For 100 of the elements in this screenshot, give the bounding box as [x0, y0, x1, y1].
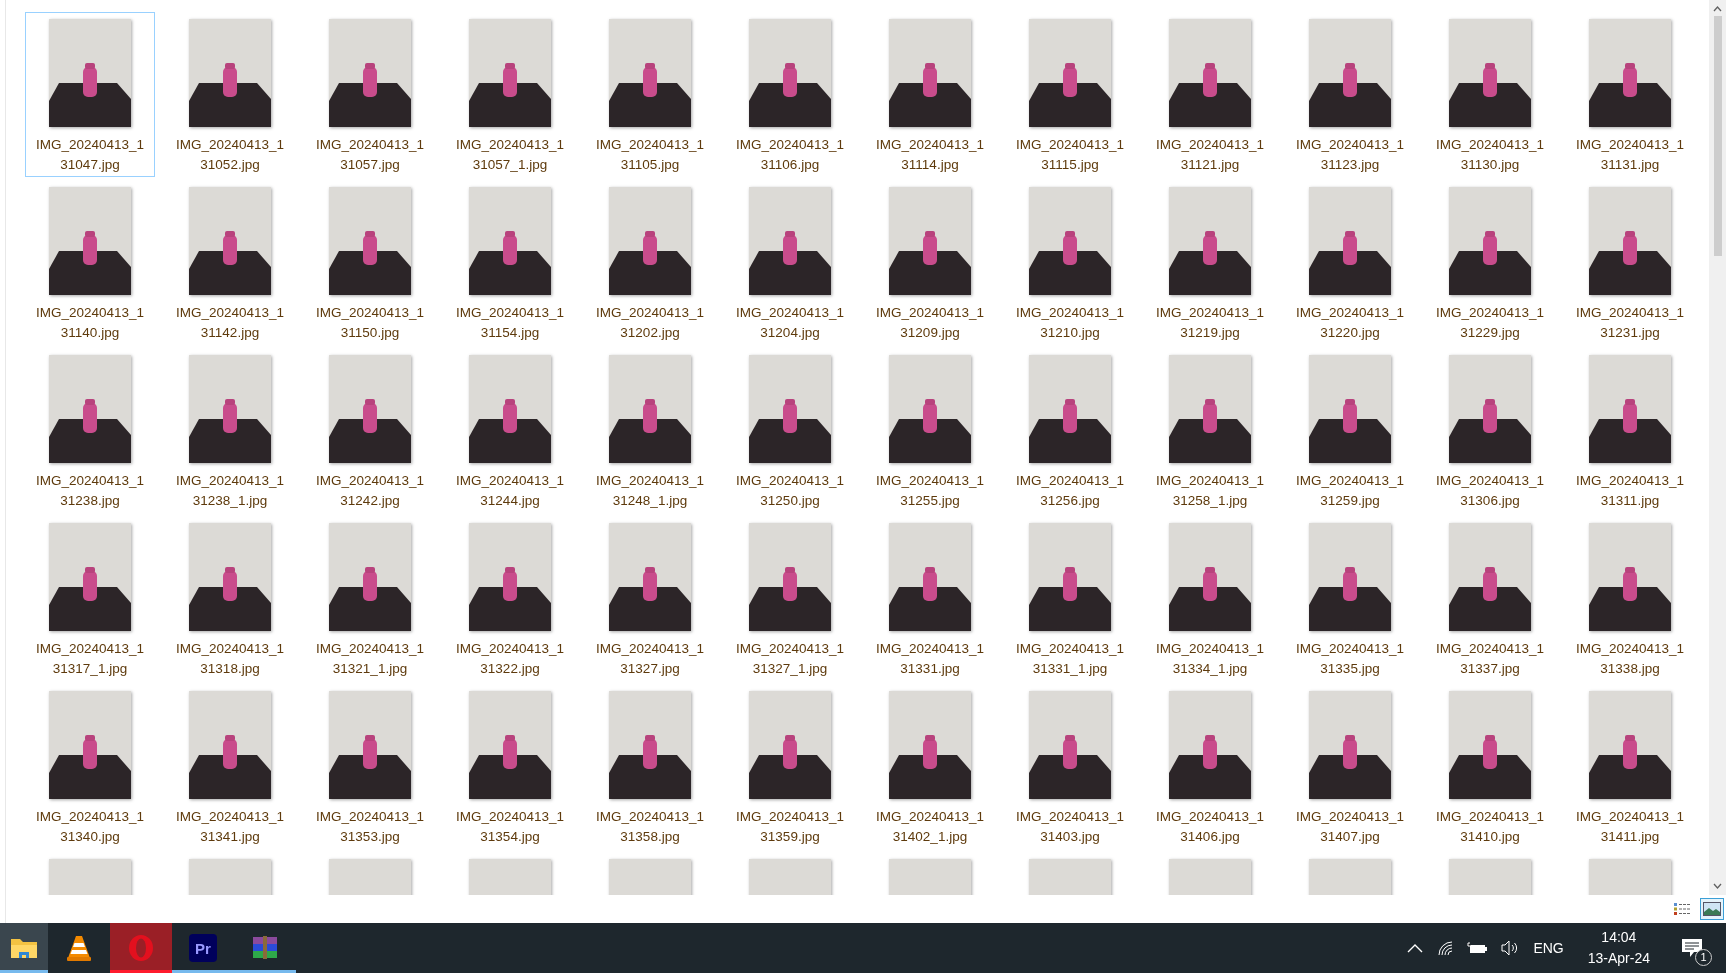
traffic-cone-icon: [66, 934, 92, 962]
taskbar-app-button[interactable]: [0, 923, 48, 973]
file-item[interactable]: IMG_20240413_131219.jpg: [1145, 180, 1275, 345]
file-item[interactable]: IMG_20240413_131402_1.jpg: [865, 684, 995, 849]
battery-icon[interactable]: [1467, 941, 1488, 955]
file-name: IMG_20240413_131334_1.jpg: [1154, 640, 1266, 678]
file-item[interactable]: IMG_20240413_131238_1.jpg: [165, 348, 295, 513]
file-name: IMG_20240413_131258_1.jpg: [1154, 472, 1266, 510]
file-name: IMG_20240413_131057.jpg: [314, 136, 426, 174]
file-name: IMG_20240413_131306.jpg: [1434, 472, 1546, 510]
file-item[interactable]: IMG_20240413_131106.jpg: [725, 12, 855, 177]
file-name: IMG_20240413_131057_1.jpg: [454, 136, 566, 174]
file-item[interactable]: IMG_20240413_131354.jpg: [445, 684, 575, 849]
file-name: IMG_20240413_131322.jpg: [454, 640, 566, 678]
file-item[interactable]: IMG_20240413_131353.jpg: [305, 684, 435, 849]
file-item[interactable]: IMG_20240413_131256.jpg: [1005, 348, 1135, 513]
file-item[interactable]: IMG_20240413_131121.jpg: [1145, 12, 1275, 177]
file-name: IMG_20240413_131115.jpg: [1014, 136, 1126, 174]
file-item[interactable]: IMG_20240413_131123.jpg: [1285, 12, 1415, 177]
file-name: IMG_20240413_131052.jpg: [174, 136, 286, 174]
file-item[interactable]: IMG_20240413_131359.jpg: [725, 684, 855, 849]
file-item[interactable]: IMG_20240413_131130.jpg: [1425, 12, 1555, 177]
file-item[interactable]: IMG_20240413_131306.jpg: [1425, 348, 1555, 513]
file-item[interactable]: IMG_20240413_131321_1.jpg: [305, 516, 435, 681]
file-name: IMG_20240413_131337.jpg: [1434, 640, 1546, 678]
file-name: IMG_20240413_131340.jpg: [34, 808, 146, 846]
file-item[interactable]: IMG_20240413_131317_1.jpg: [25, 516, 155, 681]
file-item[interactable]: IMG_20240413_131238.jpg: [25, 348, 155, 513]
file-item[interactable]: IMG_20240413_131327_1.jpg: [725, 516, 855, 681]
file-item[interactable]: IMG_20240413_131142.jpg: [165, 180, 295, 345]
file-item[interactable]: IMG_20240413_131340.jpg: [25, 684, 155, 849]
file-item[interactable]: IMG_20240413_131244.jpg: [445, 348, 575, 513]
file-item[interactable]: IMG_20240413_131154.jpg: [445, 180, 575, 345]
input-language[interactable]: ENG: [1533, 940, 1564, 956]
file-item[interactable]: IMG_20240413_131220.jpg: [1285, 180, 1415, 345]
file-name: IMG_20240413_131403.jpg: [1014, 808, 1126, 846]
file-item[interactable]: IMG_20240413_131231.jpg: [1565, 180, 1695, 345]
file-item[interactable]: IMG_20240413_131406.jpg: [1145, 684, 1275, 849]
file-item[interactable]: IMG_20240413_131204.jpg: [725, 180, 855, 345]
file-item[interactable]: IMG_20240413_131258_1.jpg: [1145, 348, 1275, 513]
file-item[interactable]: IMG_20240413_131250.jpg: [725, 348, 855, 513]
view-mode-button[interactable]: [1700, 898, 1724, 920]
scrollbar-thumb[interactable]: [1713, 16, 1722, 256]
file-item[interactable]: IMG_20240413_131255.jpg: [865, 348, 995, 513]
file-item[interactable]: IMG_20240413_131210.jpg: [1005, 180, 1135, 345]
file-item[interactable]: IMG_20240413_131322.jpg: [445, 516, 575, 681]
file-item[interactable]: IMG_20240413_131047.jpg: [25, 12, 155, 177]
details-list-icon: [1673, 902, 1691, 916]
file-name: IMG_20240413_131142.jpg: [174, 304, 286, 342]
clock[interactable]: 14:04 13-Apr-24: [1577, 927, 1660, 969]
file-name: IMG_20240413_131341.jpg: [174, 808, 286, 846]
file-item[interactable]: IMG_20240413_131105.jpg: [585, 12, 715, 177]
file-item[interactable]: IMG_20240413_131150.jpg: [305, 180, 435, 345]
file-name: IMG_20240413_131238_1.jpg: [174, 472, 286, 510]
file-name: IMG_20240413_131338.jpg: [1574, 640, 1686, 678]
notification-button[interactable]: 1: [1674, 930, 1710, 966]
file-item[interactable]: IMG_20240413_131403.jpg: [1005, 684, 1135, 849]
file-name: IMG_20240413_131238.jpg: [34, 472, 146, 510]
file-item[interactable]: IMG_20240413_131052.jpg: [165, 12, 295, 177]
file-item[interactable]: IMG_20240413_131318.jpg: [165, 516, 295, 681]
file-item[interactable]: IMG_20240413_131209.jpg: [865, 180, 995, 345]
file-item[interactable]: IMG_20240413_131358.jpg: [585, 684, 715, 849]
file-item[interactable]: IMG_20240413_131311.jpg: [1565, 348, 1695, 513]
file-name: IMG_20240413_131210.jpg: [1014, 304, 1126, 342]
file-item[interactable]: IMG_20240413_131140.jpg: [25, 180, 155, 345]
file-item[interactable]: IMG_20240413_131411.jpg: [1565, 684, 1695, 849]
file-item[interactable]: IMG_20240413_131338.jpg: [1565, 516, 1695, 681]
file-name: IMG_20240413_131259.jpg: [1294, 472, 1406, 510]
file-item[interactable]: IMG_20240413_131327.jpg: [585, 516, 715, 681]
file-name: IMG_20240413_131130.jpg: [1434, 136, 1546, 174]
file-item[interactable]: IMG_20240413_131334_1.jpg: [1145, 516, 1275, 681]
file-item[interactable]: IMG_20240413_131057_1.jpg: [445, 12, 575, 177]
file-name: IMG_20240413_131255.jpg: [874, 472, 986, 510]
file-item[interactable]: IMG_20240413_131331.jpg: [865, 516, 995, 681]
file-item[interactable]: IMG_20240413_131057.jpg: [305, 12, 435, 177]
file-item[interactable]: IMG_20240413_131115.jpg: [1005, 12, 1135, 177]
file-item[interactable]: IMG_20240413_131331_1.jpg: [1005, 516, 1135, 681]
wifi-icon[interactable]: [1437, 940, 1454, 956]
file-name: IMG_20240413_131140.jpg: [34, 304, 146, 342]
file-item[interactable]: IMG_20240413_131407.jpg: [1285, 684, 1415, 849]
file-item[interactable]: IMG_20240413_131131.jpg: [1565, 12, 1695, 177]
file-item[interactable]: IMG_20240413_131341.jpg: [165, 684, 295, 849]
file-item[interactable]: IMG_20240413_131114.jpg: [865, 12, 995, 177]
scroll-up-icon[interactable]: [1713, 6, 1722, 12]
speaker-icon[interactable]: [1501, 940, 1520, 956]
file-name: IMG_20240413_131311.jpg: [1574, 472, 1686, 510]
chevron-up-icon[interactable]: [1407, 943, 1424, 953]
file-item[interactable]: IMG_20240413_131202.jpg: [585, 180, 715, 345]
file-name: IMG_20240413_131202.jpg: [594, 304, 706, 342]
file-item[interactable]: IMG_20240413_131248_1.jpg: [585, 348, 715, 513]
taskbar-app-button[interactable]: Pr: [172, 923, 234, 973]
file-item[interactable]: IMG_20240413_131259.jpg: [1285, 348, 1415, 513]
scroll-down-icon[interactable]: [1713, 883, 1722, 889]
scrollbar[interactable]: [1709, 0, 1726, 895]
file-item[interactable]: IMG_20240413_131242.jpg: [305, 348, 435, 513]
file-item[interactable]: IMG_20240413_131335.jpg: [1285, 516, 1415, 681]
file-item[interactable]: IMG_20240413_131410.jpg: [1425, 684, 1555, 849]
file-item[interactable]: IMG_20240413_131337.jpg: [1425, 516, 1555, 681]
landscape-picture-icon: [1703, 902, 1721, 916]
file-item[interactable]: IMG_20240413_131229.jpg: [1425, 180, 1555, 345]
